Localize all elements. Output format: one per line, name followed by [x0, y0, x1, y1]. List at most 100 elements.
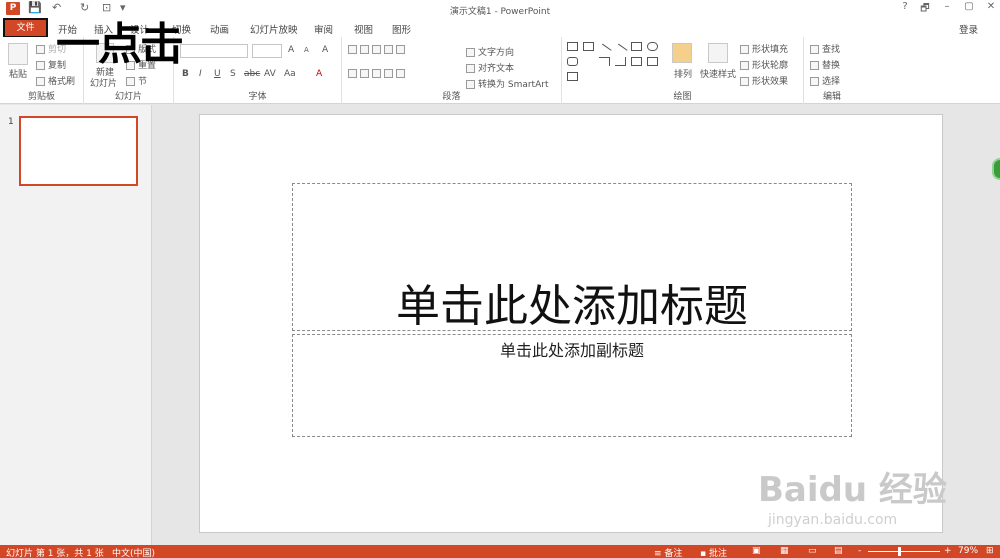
align-icons[interactable] — [348, 69, 408, 79]
tab-animations[interactable]: 动画 — [210, 22, 229, 36]
replace-button[interactable]: 替换 — [810, 58, 840, 71]
elbow-arrow-icon[interactable] — [615, 57, 626, 66]
font-name-select[interactable] — [180, 44, 248, 58]
slideshow-view-icon[interactable]: ▤ — [834, 546, 843, 556]
subtitle-placeholder-text: 单击此处添加副标题 — [499, 341, 644, 360]
italic-button[interactable]: I — [199, 69, 202, 79]
arc-shape-icon[interactable] — [599, 72, 610, 81]
drawing-group-label: 绘图 — [673, 92, 692, 102]
zoom-out-button[interactable]: - — [858, 546, 861, 556]
align-text-icon — [466, 64, 475, 73]
fit-slide-icon[interactable]: ⊞ — [986, 546, 994, 556]
brace-shape-icon[interactable] — [615, 72, 626, 81]
close-button[interactable]: ✕ — [984, 1, 998, 12]
align-text-label: 对齐文本 — [478, 64, 515, 74]
tab-file[interactable]: 文件 — [3, 18, 48, 38]
shape-effects-button[interactable]: 形状效果 — [740, 74, 788, 87]
zoom-slider[interactable] — [868, 551, 940, 552]
normal-view-icon[interactable]: ▣ — [752, 546, 761, 556]
tab-format[interactable]: 图形 — [392, 22, 411, 36]
baidu-watermark-url: jingyan.baidu.com — [768, 512, 898, 528]
text-direction-button[interactable]: 文字方向 — [466, 45, 514, 58]
star-shape-icon[interactable] — [647, 72, 658, 81]
language-indicator[interactable]: 中文(中国) — [112, 546, 155, 558]
font-color-button[interactable]: A — [316, 69, 322, 79]
quick-styles-icon[interactable] — [708, 43, 728, 63]
textbox-shape-icon[interactable] — [567, 42, 578, 51]
subtitle-placeholder[interactable]: 单击此处添加副标题 — [292, 334, 852, 437]
help-button[interactable]: ? — [898, 1, 912, 12]
slide-sorter-icon[interactable]: ▦ — [780, 546, 789, 556]
paragraph-group-label: 段落 — [442, 92, 461, 102]
grow-font-button[interactable]: A — [288, 45, 294, 55]
bullets-icon[interactable] — [348, 45, 408, 55]
zoom-level[interactable]: 79% — [958, 546, 978, 556]
paste-icon[interactable] — [8, 43, 28, 65]
font-size-select[interactable] — [252, 44, 282, 58]
shrink-font-button[interactable]: A — [304, 46, 309, 54]
quick-styles-button[interactable]: 快速样式 — [700, 67, 736, 80]
shape-fill-button[interactable]: 形状填充 — [740, 42, 788, 55]
clear-formatting-button[interactable]: A — [322, 45, 328, 55]
freeform-shape-icon[interactable] — [567, 72, 578, 81]
shape-fill-label: 形状填充 — [752, 45, 789, 55]
binoculars-icon — [810, 45, 819, 54]
notes-label: 备注 — [664, 549, 683, 558]
status-bar: 幻灯片 第 1 张，共 1 张 中文(中国) ≡ 备注 ▪ 批注 ▣ ▦ ▭ ▤… — [0, 545, 1000, 558]
bold-button[interactable]: B — [182, 69, 189, 79]
oval-shape-icon[interactable] — [647, 42, 658, 51]
triangle-shape-icon[interactable] — [583, 57, 594, 66]
slides-group-label: 幻灯片 — [114, 92, 142, 102]
change-case-button[interactable]: Aa — [284, 69, 296, 79]
rounded-rect-shape-icon[interactable] — [567, 57, 578, 66]
tab-slideshow[interactable]: 幻灯片放映 — [250, 22, 298, 36]
shape-effects-label: 形状效果 — [752, 77, 789, 87]
tab-view[interactable]: 视图 — [354, 22, 373, 36]
bracket-shape-icon[interactable] — [631, 72, 642, 81]
arrange-icon[interactable] — [672, 43, 692, 63]
title-placeholder[interactable]: 单击此处添加标题 — [292, 183, 852, 332]
paint-bucket-icon — [740, 45, 749, 54]
editing-group: 查找 替换 选择 编辑 — [804, 37, 860, 104]
baidu-watermark: Baidu 经验 — [758, 470, 947, 510]
notes-button[interactable]: ≡ 备注 — [654, 546, 682, 558]
zoom-slider-handle[interactable] — [898, 547, 901, 556]
new-slide-label-2[interactable]: 幻灯片 — [90, 76, 117, 89]
minimize-button[interactable]: – — [940, 1, 954, 12]
tab-review[interactable]: 审阅 — [314, 22, 333, 36]
paste-button[interactable]: 粘贴 — [9, 67, 27, 80]
format-painter-button[interactable]: 格式刷 — [36, 74, 75, 87]
elbow-connector-icon[interactable] — [599, 57, 610, 66]
comments-button[interactable]: ▪ 批注 — [700, 546, 727, 558]
slide-thumbnail[interactable] — [19, 116, 138, 186]
shape-outline-button[interactable]: 形状轮廓 — [740, 58, 788, 71]
effects-icon — [740, 77, 749, 86]
arrange-button[interactable]: 排列 — [674, 67, 692, 80]
strikethrough-button[interactable]: abc — [244, 69, 260, 79]
vertical-textbox-shape-icon[interactable] — [583, 42, 594, 51]
curve-shape-icon[interactable] — [583, 72, 594, 81]
maximize-button[interactable]: ▢ — [962, 1, 976, 12]
text-shadow-button[interactable]: S — [230, 69, 236, 79]
ribbon-display-options-button[interactable]: 🗗 — [918, 1, 932, 18]
zoom-in-button[interactable]: + — [944, 546, 952, 556]
scissors-icon — [36, 45, 45, 54]
handwritten-annotation: 一点击 — [56, 19, 184, 70]
align-text-button[interactable]: 对齐文本 — [466, 61, 514, 74]
sign-in-link[interactable]: 登录 — [959, 22, 978, 36]
reading-view-icon[interactable]: ▭ — [808, 546, 817, 556]
title-placeholder-text: 单击此处添加标题 — [396, 281, 748, 332]
line-shape-icon[interactable] — [597, 43, 612, 58]
select-button[interactable]: 选择 — [810, 74, 840, 87]
smartart-icon — [466, 80, 475, 89]
down-arrow-shape-icon[interactable] — [647, 57, 658, 66]
arrow-shape-icon[interactable] — [613, 43, 628, 58]
character-spacing-button[interactable]: AV — [264, 69, 276, 79]
rectangle-shape-icon[interactable] — [631, 42, 642, 51]
section-button[interactable]: 节 — [126, 74, 147, 87]
select-label: 选择 — [822, 77, 841, 87]
right-arrow-shape-icon[interactable] — [631, 57, 642, 66]
underline-button[interactable]: U — [214, 69, 221, 79]
shapes-gallery[interactable] — [567, 42, 663, 88]
find-button[interactable]: 查找 — [810, 42, 840, 55]
